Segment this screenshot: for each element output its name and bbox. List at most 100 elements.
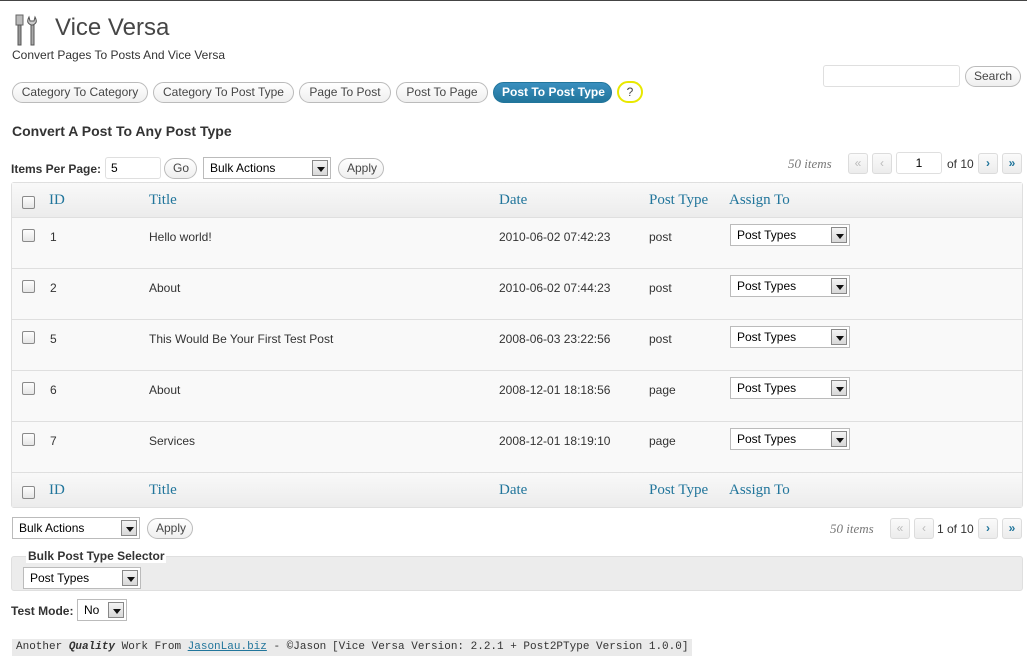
- footer-version: [Vice Versa Version: 2.2.1 + Post2PType …: [328, 639, 693, 656]
- row-checkbox[interactable]: [22, 331, 35, 344]
- assign-to-value: Post Types: [737, 381, 797, 395]
- apply-button-bottom[interactable]: Apply: [147, 518, 193, 539]
- table-row: 5 This Would Be Your First Test Post 200…: [12, 320, 1022, 371]
- table-row: 1 Hello world! 2010-06-02 07:42:23 post …: [12, 218, 1022, 269]
- first-page-button[interactable]: «: [848, 153, 868, 174]
- search-button[interactable]: Search: [965, 66, 1021, 87]
- next-page-button-bottom[interactable]: ›: [978, 518, 998, 539]
- apply-button-top[interactable]: Apply: [338, 158, 384, 179]
- bulk-actions-value: Bulk Actions: [19, 521, 85, 535]
- chevron-down-icon: [831, 227, 847, 243]
- column-title[interactable]: Title: [149, 192, 177, 209]
- row-date: 2008-12-01 18:18:56: [499, 383, 611, 397]
- chevron-down-icon: [831, 431, 847, 447]
- bulk-actions-value: Bulk Actions: [210, 161, 276, 175]
- page-indicator-bottom: 1 of 10: [937, 522, 974, 536]
- bulk-actions-select-bottom[interactable]: Bulk Actions: [12, 517, 140, 539]
- bulk-post-type-select[interactable]: Post Types: [23, 567, 141, 589]
- assign-to-select[interactable]: Post Types: [730, 428, 850, 450]
- first-page-button-bottom[interactable]: «: [890, 518, 910, 539]
- row-checkbox[interactable]: [22, 382, 35, 395]
- tools-icon: [15, 14, 37, 46]
- row-checkbox[interactable]: [22, 280, 35, 293]
- prev-page-button[interactable]: ‹: [872, 153, 892, 174]
- footer-credit: Another Quality Work From JasonLau.biz -…: [12, 639, 357, 656]
- row-title: About: [149, 281, 181, 295]
- assign-to-value: Post Types: [737, 330, 797, 344]
- footer-prefix: Another: [16, 641, 69, 653]
- row-post-type: page: [649, 434, 676, 448]
- posts-table: ID Title Date Post Type Assign To 1 Hell…: [11, 182, 1023, 508]
- test-mode-select[interactable]: No: [77, 599, 127, 621]
- table-footer: ID Title Date Post Type Assign To: [12, 472, 1022, 507]
- row-id: 2: [50, 281, 57, 295]
- row-id: 6: [50, 383, 57, 397]
- last-page-button-bottom[interactable]: »: [1002, 518, 1022, 539]
- chevron-down-icon: [831, 329, 847, 345]
- search-input[interactable]: [823, 65, 960, 87]
- chevron-down-icon: [121, 520, 137, 536]
- column-id[interactable]: ID: [49, 192, 65, 209]
- chevron-down-icon: [122, 570, 138, 586]
- items-per-page-input[interactable]: 5: [105, 157, 161, 179]
- assign-to-value: Post Types: [737, 228, 797, 242]
- select-all-checkbox-bottom[interactable]: [22, 486, 35, 499]
- column-post-type-footer[interactable]: Post Type: [649, 482, 708, 499]
- app-title: Vice Versa: [55, 14, 170, 41]
- next-page-button[interactable]: ›: [978, 153, 998, 174]
- prev-page-button-bottom[interactable]: ‹: [914, 518, 934, 539]
- help-button[interactable]: ?: [617, 81, 643, 103]
- column-id-footer[interactable]: ID: [49, 482, 65, 499]
- go-button[interactable]: Go: [164, 158, 197, 179]
- row-title: About: [149, 383, 181, 397]
- column-post-type[interactable]: Post Type: [649, 192, 708, 209]
- row-post-type: post: [649, 281, 672, 295]
- assign-to-select[interactable]: Post Types: [730, 326, 850, 348]
- row-post-type: post: [649, 332, 672, 346]
- test-mode-value: No: [84, 603, 100, 617]
- column-title-footer[interactable]: Title: [149, 482, 177, 499]
- table-row: 6 About 2008-12-01 18:18:56 page Post Ty…: [12, 371, 1022, 422]
- chevron-down-icon: [108, 602, 124, 618]
- row-checkbox[interactable]: [22, 433, 35, 446]
- assign-to-select[interactable]: Post Types: [730, 377, 850, 399]
- section-title: Convert A Post To Any Post Type: [12, 123, 232, 139]
- tab-post-to-page[interactable]: Post To Page: [396, 82, 488, 103]
- bulk-selector-legend: Bulk Post Type Selector: [26, 549, 167, 563]
- row-id: 5: [50, 332, 57, 346]
- row-id: 1: [50, 230, 57, 244]
- select-all-checkbox[interactable]: [22, 196, 35, 209]
- row-id: 7: [50, 434, 57, 448]
- bulk-actions-select-top[interactable]: Bulk Actions: [203, 157, 331, 179]
- last-page-button[interactable]: »: [1002, 153, 1022, 174]
- row-post-type: page: [649, 383, 676, 397]
- column-date-footer[interactable]: Date: [499, 482, 527, 499]
- tab-category-to-category[interactable]: Category To Category: [12, 82, 148, 103]
- table-row: 2 About 2010-06-02 07:44:23 post Post Ty…: [12, 269, 1022, 320]
- author-link[interactable]: JasonLau.biz: [188, 641, 267, 653]
- row-checkbox[interactable]: [22, 229, 35, 242]
- current-page-input[interactable]: 1: [896, 152, 942, 174]
- row-post-type: post: [649, 230, 672, 244]
- column-date[interactable]: Date: [499, 192, 527, 209]
- assign-to-select[interactable]: Post Types: [730, 224, 850, 246]
- footer-mid: Work From: [115, 641, 188, 653]
- column-assign-to: Assign To: [729, 192, 790, 208]
- tab-post-to-post-type[interactable]: Post To Post Type: [493, 82, 612, 103]
- assign-to-value: Post Types: [737, 432, 797, 446]
- row-date: 2008-06-03 23:22:56: [499, 332, 611, 346]
- items-per-page-label: Items Per Page:: [11, 162, 102, 176]
- assign-to-select[interactable]: Post Types: [730, 275, 850, 297]
- chevron-down-icon: [831, 278, 847, 294]
- column-assign-to-footer: Assign To: [729, 482, 790, 498]
- assign-to-value: Post Types: [737, 279, 797, 293]
- row-title: Services: [149, 434, 196, 448]
- row-date: 2010-06-02 07:42:23: [499, 230, 611, 244]
- tab-category-to-post-type[interactable]: Category To Post Type: [153, 82, 294, 103]
- row-date: 2008-12-01 18:19:10: [499, 434, 611, 448]
- row-title: Hello world!: [149, 230, 212, 244]
- footer-quality: Quality: [68, 641, 116, 653]
- tab-page-to-post[interactable]: Page To Post: [299, 82, 391, 103]
- page-of-label: of 10: [947, 157, 974, 171]
- chevron-down-icon: [831, 380, 847, 396]
